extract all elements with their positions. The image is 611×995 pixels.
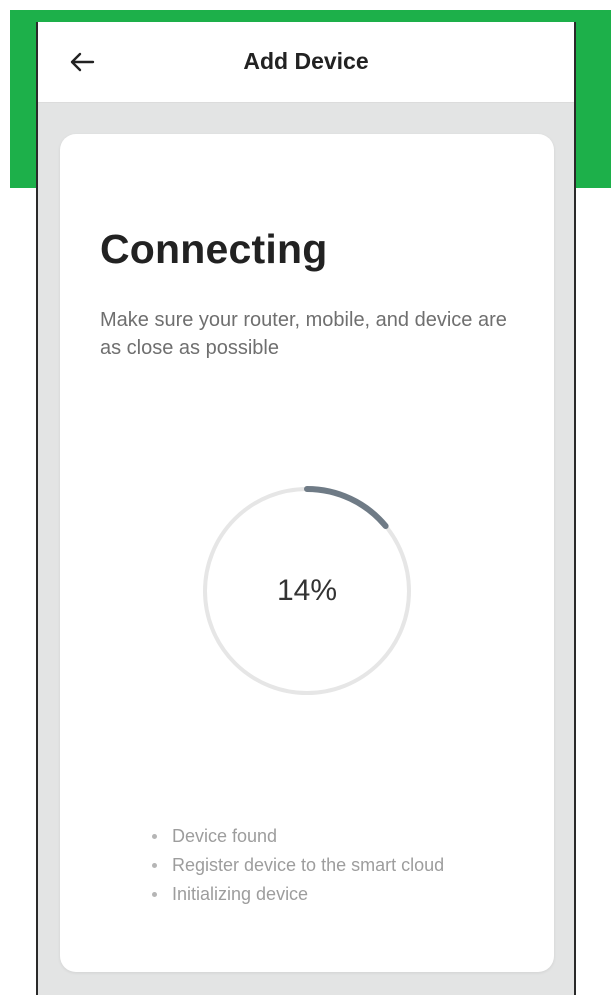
progress-ring: 14% xyxy=(202,486,412,696)
connection-steps: Device found Register device to the smar… xyxy=(152,822,444,909)
bullet-dot-icon xyxy=(152,834,157,839)
step-label: Initializing device xyxy=(172,884,309,904)
bullet-dot-icon xyxy=(152,863,157,868)
app-header: Add Device xyxy=(38,22,574,103)
step-item: Register device to the smart cloud xyxy=(152,851,444,880)
bullet-dot-icon xyxy=(152,892,157,897)
step-label: Register device to the smart cloud xyxy=(172,855,445,875)
connecting-card: Connecting Make sure your router, mobile… xyxy=(60,134,554,972)
page-title: Add Device xyxy=(243,48,369,74)
phone-screen: Add Device Connecting Make sure your rou… xyxy=(36,22,576,995)
step-item: Device found xyxy=(152,822,444,851)
connecting-description: Make sure your router, mobile, and devic… xyxy=(100,309,507,359)
step-item: Initializing device xyxy=(152,880,444,909)
connecting-heading: Connecting xyxy=(100,226,328,272)
step-label: Device found xyxy=(172,826,278,846)
progress-percent: 14% xyxy=(276,574,338,607)
